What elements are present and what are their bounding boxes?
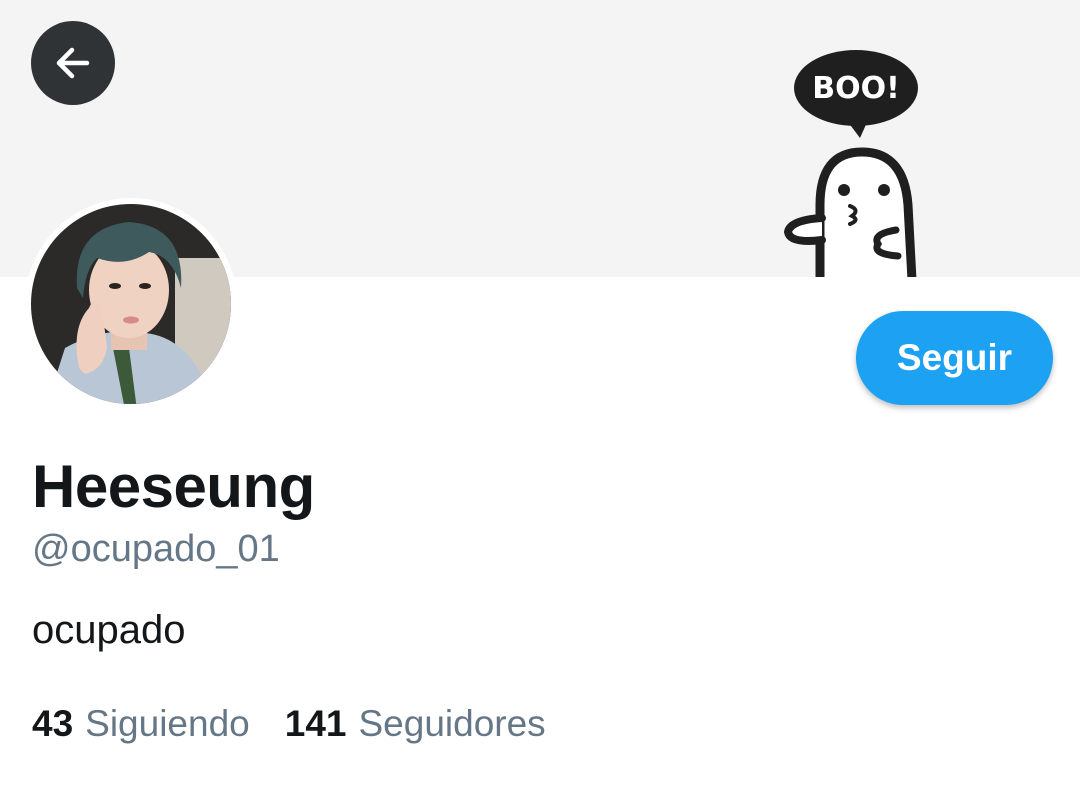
follow-stats: 43 Siguiendo 141 Seguidores xyxy=(32,703,546,745)
avatar-photo xyxy=(31,204,231,404)
banner-bubble-text: BOO! xyxy=(812,71,900,106)
display-name: Heeseung xyxy=(32,453,315,520)
followers-link[interactable]: 141 Seguidores xyxy=(285,703,546,745)
follow-button[interactable]: Seguir xyxy=(856,311,1053,405)
profile-bio: ocupado xyxy=(32,608,186,652)
avatar[interactable] xyxy=(25,198,237,410)
user-handle: @ocupado_01 xyxy=(32,528,280,570)
ghost-illustration: BOO! xyxy=(783,50,918,277)
arrow-left-icon xyxy=(56,47,90,79)
following-label: Siguiendo xyxy=(85,703,250,744)
followers-label: Seguidores xyxy=(358,703,546,744)
profile-page: BOO! Seguir Heeseung @ocupado_01 ocupado… xyxy=(0,0,1080,789)
following-link[interactable]: 43 Siguiendo xyxy=(32,703,250,745)
following-count: 43 xyxy=(32,703,74,744)
followers-count: 141 xyxy=(284,703,347,744)
back-button[interactable] xyxy=(31,21,115,105)
